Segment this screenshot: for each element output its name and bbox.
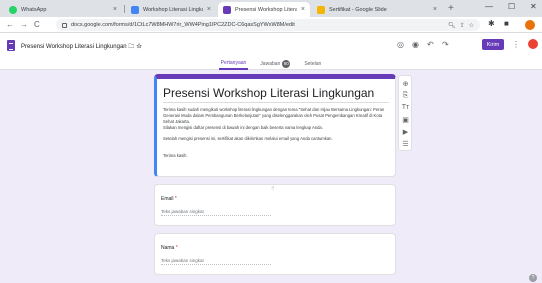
browser-tab-whatsapp[interactable]: WhatsApp ×: [4, 2, 122, 17]
form-title[interactable]: Presensi Workshop Literasi Lingkungan: [163, 86, 389, 103]
form-side-toolbar: ⊕ ⎘ Tт ▣ ▶ ☰: [398, 75, 412, 151]
tab-label: Pertanyaan: [220, 59, 247, 66]
reload-icon[interactable]: C: [34, 20, 40, 29]
tab-label: Jawaban: [260, 60, 281, 67]
more-options-icon[interactable]: ⋮: [512, 40, 520, 49]
tab-search-icon[interactable]: ■: [504, 19, 509, 28]
tab-label: Setelan: [304, 60, 322, 67]
address-bar[interactable]: docs.google.com/forms/d/1CtLc7W8MHW7rir_…: [56, 19, 480, 31]
add-question-icon[interactable]: ⊕: [401, 79, 410, 88]
add-title-icon[interactable]: Tт: [401, 103, 410, 112]
folder-icon[interactable]: 🗀: [128, 44, 134, 50]
drive-icon: [131, 5, 139, 14]
lock-icon[interactable]: [62, 22, 67, 28]
tab-title: Sertifikat - Google Slide: [329, 6, 387, 13]
question-title[interactable]: Nama: [161, 245, 174, 251]
close-tab-icon[interactable]: ×: [433, 6, 437, 13]
back-icon[interactable]: ←: [6, 20, 14, 29]
minimize-icon[interactable]: —: [485, 2, 493, 11]
browser-tab-forms-active[interactable]: Presensi Workshop Literasi Lingk ×: [218, 2, 310, 17]
new-tab-icon[interactable]: +: [448, 3, 454, 14]
question-title[interactable]: Email: [161, 196, 174, 202]
browser-tab-strip: WhatsApp × Workshop Literasi Lingkungan …: [0, 0, 542, 17]
search-icon[interactable]: 🔍︎: [448, 22, 456, 29]
forms-icon: [223, 5, 231, 14]
maximize-icon[interactable]: ☐: [508, 2, 515, 11]
form-name-text[interactable]: Presensi Workshop Literasi Lingkungan: [21, 44, 127, 50]
undo-icon[interactable]: ↶: [427, 40, 434, 49]
browser-tab-drive[interactable]: Workshop Literasi Lingkungan - ×: [126, 2, 216, 17]
close-tab-icon[interactable]: ×: [113, 6, 117, 13]
required-asterisk: *: [174, 196, 177, 202]
account-avatar[interactable]: [528, 39, 538, 49]
form-description-paragraph[interactable]: Silakan mengisi daftar presensi di bawah…: [163, 125, 389, 131]
form-document-name[interactable]: Presensi Workshop Literasi Lingkungan 🗀 …: [21, 42, 142, 52]
add-video-icon[interactable]: ▶: [401, 127, 410, 136]
close-tab-icon[interactable]: ×: [207, 6, 211, 13]
forms-header: Presensi Workshop Literasi Lingkungan 🗀 …: [0, 33, 542, 70]
question-label[interactable]: Nama *: [161, 245, 178, 251]
import-questions-icon[interactable]: ⎘: [401, 91, 410, 100]
preview-eye-icon[interactable]: ◉: [412, 40, 419, 49]
drag-handle-icon[interactable]: ⠿: [271, 186, 276, 192]
google-forms-logo[interactable]: [7, 40, 15, 51]
share-icon[interactable]: ⇪: [460, 22, 465, 29]
response-count-badge: 60: [282, 59, 291, 68]
send-button[interactable]: Kirim: [482, 39, 504, 50]
form-title-card[interactable]: Presensi Workshop Literasi Lingkungan Te…: [154, 74, 396, 177]
url-text[interactable]: docs.google.com/forms/d/1CtLc7W8MHW7rir_…: [71, 22, 444, 28]
question-card-name[interactable]: Nama * Teks jawaban singkat: [154, 233, 396, 275]
close-tab-icon[interactable]: ×: [301, 6, 305, 13]
tab-questions[interactable]: Pertanyaan: [218, 57, 249, 70]
whatsapp-icon: [9, 5, 17, 14]
short-answer-placeholder: Teks jawaban singkat: [161, 258, 271, 265]
short-answer-placeholder: Teks jawaban singkat: [161, 209, 271, 216]
browser-toolbar: ← → C docs.google.com/forms/d/1CtLc7W8MH…: [0, 17, 542, 33]
form-description-paragraph[interactable]: Terima kasih sudah mengikuti workshop li…: [163, 107, 389, 125]
slides-icon: [317, 5, 325, 14]
add-section-icon[interactable]: ☰: [401, 139, 410, 148]
forward-icon[interactable]: →: [20, 20, 28, 29]
extensions-icon[interactable]: ✱: [488, 19, 495, 28]
redo-icon[interactable]: ↷: [442, 40, 449, 49]
add-image-icon[interactable]: ▣: [401, 115, 410, 124]
close-window-icon[interactable]: ✕: [530, 2, 537, 11]
tab-settings[interactable]: Setelan: [302, 57, 323, 70]
star-icon[interactable]: ☆: [469, 22, 474, 29]
required-asterisk: *: [175, 245, 178, 251]
tab-title: Workshop Literasi Lingkungan -: [143, 6, 203, 13]
profile-avatar[interactable]: [525, 20, 535, 30]
browser-tab-slides[interactable]: Sertifikat - Google Slide ×: [312, 2, 442, 17]
form-tabs: Pertanyaan Jawaban 60 Setelan: [0, 57, 542, 70]
palette-icon[interactable]: ◎: [397, 40, 404, 49]
form-description-paragraph[interactable]: Terima kasih.: [163, 153, 389, 159]
tab-divider: [124, 5, 125, 13]
form-description-paragraph[interactable]: Setelah mengisi presensi ini, sertifikat…: [163, 136, 389, 142]
tab-title: Presensi Workshop Literasi Lingk: [235, 6, 297, 13]
star-icon[interactable]: ☆: [136, 44, 142, 50]
help-icon[interactable]: ?: [529, 274, 537, 282]
question-card-email[interactable]: ⠿ Email * Teks jawaban singkat: [154, 184, 396, 226]
tab-responses[interactable]: Jawaban 60: [258, 57, 292, 70]
question-label[interactable]: Email *: [161, 196, 177, 202]
tab-title: WhatsApp: [21, 6, 47, 13]
